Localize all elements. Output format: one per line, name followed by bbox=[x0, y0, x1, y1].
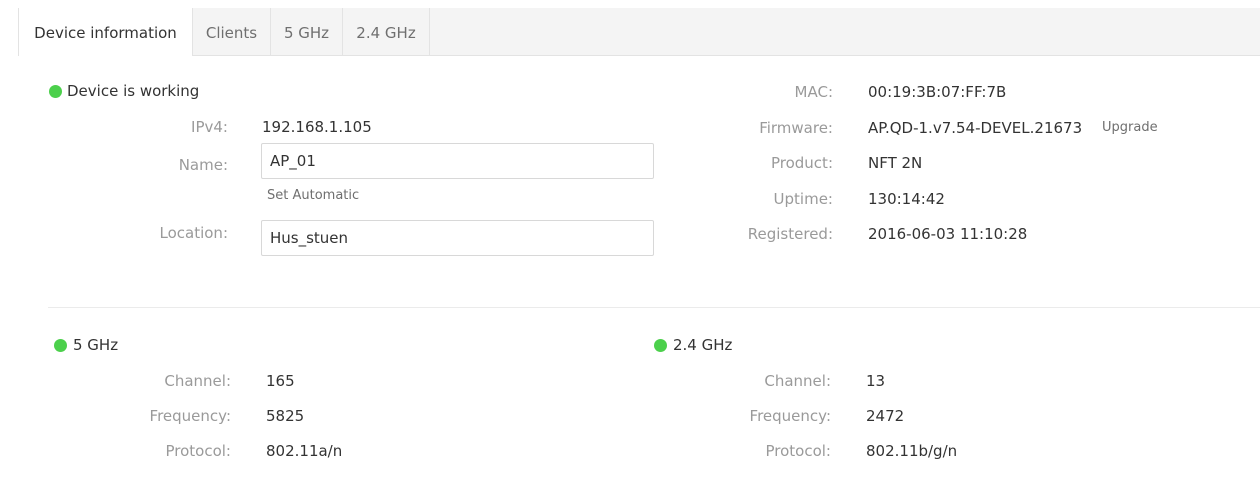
product-label: Product: bbox=[770, 154, 833, 172]
upgrade-link[interactable]: Upgrade bbox=[1102, 120, 1158, 135]
radio-2-4ghz-channel-label: Channel: bbox=[764, 372, 831, 390]
radio-5ghz-channel-label: Channel: bbox=[164, 372, 231, 390]
name-label: Name: bbox=[178, 156, 228, 174]
tab-clients[interactable]: Clients bbox=[193, 8, 271, 55]
radio-5ghz-protocol-value: 802.11a/n bbox=[266, 442, 343, 460]
mac-value: 00:19:3B:07:FF:7B bbox=[868, 83, 1007, 101]
location-label: Location: bbox=[159, 224, 229, 242]
radio-5ghz-title: 5 GHz bbox=[73, 336, 119, 354]
radio-2-4ghz-frequency-value: 2472 bbox=[866, 407, 905, 425]
registered-value: 2016-06-03 11:10:28 bbox=[868, 225, 1028, 243]
radio-2-4ghz-protocol-label: Protocol: bbox=[765, 442, 831, 460]
radio-2-4ghz-protocol-value: 802.11b/g/n bbox=[866, 442, 958, 460]
set-automatic-link[interactable]: Set Automatic bbox=[267, 188, 359, 203]
radio-2-4ghz-title: 2.4 GHz bbox=[673, 336, 733, 354]
location-input[interactable] bbox=[261, 220, 654, 256]
tab-bar: Device information Clients 5 GHz 2.4 GHz bbox=[18, 8, 1260, 56]
radio-5ghz-protocol-label: Protocol: bbox=[165, 442, 231, 460]
radio-5ghz-frequency-label: Frequency: bbox=[149, 407, 231, 425]
section-divider bbox=[48, 307, 1260, 308]
firmware-label: Firmware: bbox=[759, 119, 833, 137]
tab-5ghz[interactable]: 5 GHz bbox=[271, 8, 343, 55]
radio-5ghz-channel-value: 165 bbox=[266, 372, 295, 390]
name-input[interactable] bbox=[261, 143, 654, 179]
radio-2-4ghz-frequency-label: Frequency: bbox=[749, 407, 831, 425]
radio-5ghz-frequency-value: 5825 bbox=[266, 407, 305, 425]
uptime-label: Uptime: bbox=[773, 190, 833, 208]
tab-2-4ghz[interactable]: 2.4 GHz bbox=[343, 8, 430, 55]
uptime-value: 130:14:42 bbox=[868, 190, 945, 208]
ipv4-label: IPv4: bbox=[191, 118, 228, 136]
device-panel: Device information Clients 5 GHz 2.4 GHz… bbox=[18, 8, 1260, 479]
radio-2-4ghz-channel-value: 13 bbox=[866, 372, 886, 390]
ipv4-value: 192.168.1.105 bbox=[262, 118, 372, 136]
mac-label: MAC: bbox=[794, 83, 833, 101]
tab-device-information[interactable]: Device information bbox=[18, 8, 193, 56]
radio-5ghz-status-icon bbox=[54, 339, 67, 352]
firmware-value: AP.QD-1.v7.54-DEVEL.21673 bbox=[868, 119, 1083, 137]
product-value: NFT 2N bbox=[868, 154, 923, 172]
radio-2-4ghz-status-icon bbox=[654, 339, 667, 352]
status-indicator-icon bbox=[49, 85, 62, 98]
device-status-text: Device is working bbox=[67, 82, 200, 100]
registered-label: Registered: bbox=[747, 225, 833, 243]
